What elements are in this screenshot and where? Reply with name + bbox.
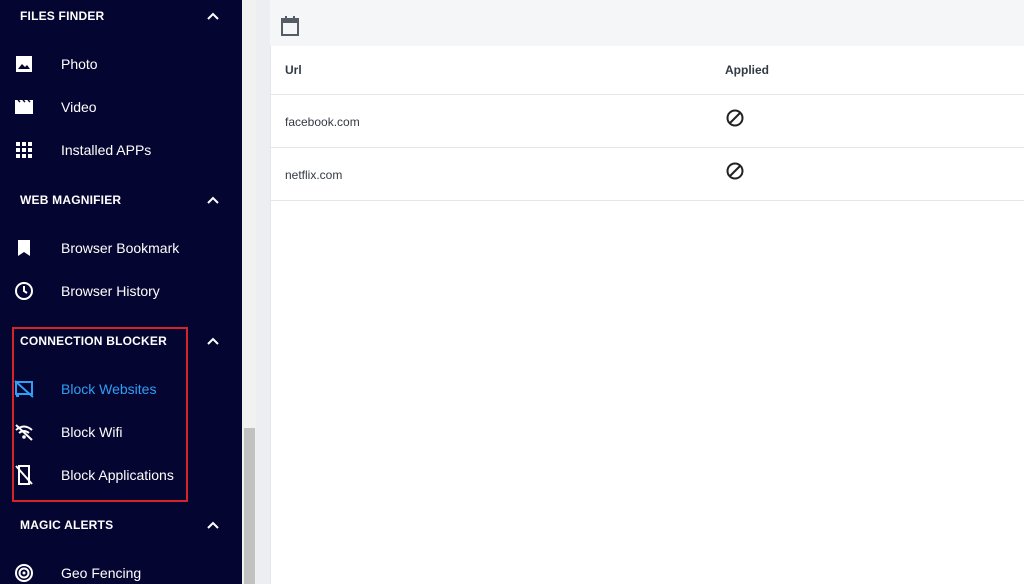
section-title: CONNECTION BLOCKER — [20, 334, 167, 348]
section-title: FILES FINDER — [20, 9, 105, 23]
sidebar-item-block-applications[interactable]: Block Applications — [0, 457, 242, 493]
sidebar-item-label: Browser History — [61, 283, 160, 299]
url-cell: netflix.com — [285, 168, 343, 182]
sidebar-item-label: Installed APPs — [61, 142, 152, 158]
sidebar: FILES FINDER Photo Video Installed APPs … — [0, 0, 242, 584]
block-icon[interactable] — [726, 162, 744, 180]
column-header-url[interactable]: Url — [285, 63, 302, 77]
sidebar-item-browser-bookmark[interactable]: Browser Bookmark — [0, 230, 242, 266]
sidebar-item-label: Block Wifi — [61, 424, 123, 440]
phone-blocked-icon — [14, 465, 34, 485]
sidebar-item-geo-fencing[interactable]: Geo Fencing — [0, 555, 242, 584]
sidebar-item-label: Geo Fencing — [61, 565, 142, 581]
section-header-files-finder[interactable]: FILES FINDER — [20, 4, 220, 28]
chevron-up-icon[interactable] — [206, 193, 220, 207]
table-header: Url Applied — [271, 46, 1024, 95]
chevron-up-icon[interactable] — [206, 518, 220, 532]
sidebar-item-block-websites[interactable]: Block Websites — [0, 371, 242, 407]
sidebar-item-label: Browser Bookmark — [61, 240, 180, 256]
video-clapper-icon — [14, 97, 34, 117]
divider — [256, 0, 270, 584]
main-content: Url Applied facebook.com netflix.com — [270, 0, 1024, 584]
section-header-magic-alerts[interactable]: MAGIC ALERTS — [20, 513, 220, 537]
blocked-websites-table: Url Applied facebook.com netflix.com — [270, 46, 1024, 584]
apps-grid-icon — [14, 140, 34, 160]
sidebar-item-installed-apps[interactable]: Installed APPs — [0, 132, 242, 168]
calendar-icon[interactable] — [280, 15, 300, 37]
section-header-web-magnifier[interactable]: WEB MAGNIFIER — [20, 188, 220, 212]
bookmark-icon — [14, 238, 34, 258]
column-header-applied[interactable]: Applied — [725, 63, 769, 77]
sidebar-item-label: Photo — [61, 56, 98, 72]
sidebar-item-block-wifi[interactable]: Block Wifi — [0, 414, 242, 450]
block-icon[interactable] — [726, 109, 744, 127]
url-cell: facebook.com — [285, 115, 360, 129]
sidebar-scrollbar-thumb[interactable] — [244, 428, 255, 584]
geofence-target-icon — [14, 563, 34, 583]
toolbar — [270, 0, 1024, 46]
sidebar-item-label: Block Applications — [61, 467, 174, 483]
sidebar-item-label: Block Websites — [61, 381, 157, 397]
sidebar-item-browser-history[interactable]: Browser History — [0, 273, 242, 309]
table-row[interactable]: netflix.com — [271, 148, 1024, 201]
section-title: WEB MAGNIFIER — [20, 193, 122, 207]
chevron-up-icon[interactable] — [206, 334, 220, 348]
section-title: MAGIC ALERTS — [20, 518, 114, 532]
clock-icon — [14, 281, 34, 301]
sidebar-item-video[interactable]: Video — [0, 89, 242, 125]
wifi-off-icon — [14, 422, 34, 442]
sidebar-item-label: Video — [61, 99, 97, 115]
chevron-up-icon[interactable] — [206, 9, 220, 23]
image-icon — [14, 54, 34, 74]
table-row[interactable]: facebook.com — [271, 95, 1024, 148]
cast-blocked-icon — [14, 379, 34, 399]
sidebar-item-photo[interactable]: Photo — [0, 46, 242, 82]
section-header-connection-blocker[interactable]: CONNECTION BLOCKER — [20, 329, 220, 353]
